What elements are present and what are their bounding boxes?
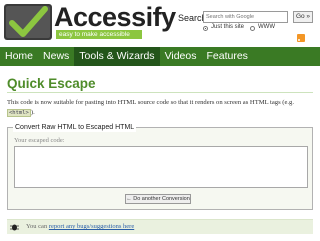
scope-radio-www[interactable] bbox=[250, 26, 255, 31]
rss-feed-icon[interactable] bbox=[297, 34, 305, 42]
nav-item-tools-wizards[interactable]: Tools & Wizards bbox=[74, 47, 160, 66]
nav-item-videos[interactable]: Videos bbox=[160, 47, 202, 66]
go-button[interactable]: Go » bbox=[293, 11, 313, 23]
title-divider bbox=[7, 92, 313, 93]
do-another-conversion-button[interactable]: ← Do another Conversion bbox=[125, 194, 191, 204]
nav-item-news[interactable]: News bbox=[38, 47, 74, 66]
scope-label-this-site: Just this site bbox=[211, 24, 245, 30]
intro-text-end: ). bbox=[30, 108, 35, 116]
scope-radio-this-site[interactable] bbox=[203, 26, 208, 31]
nav-item-home[interactable]: Home bbox=[0, 47, 38, 66]
main-nav: Home News Tools & Wizards Videos Feature… bbox=[0, 47, 320, 66]
logo-title[interactable]: Accessify bbox=[54, 2, 176, 32]
escaped-code-label: Your escaped code: bbox=[14, 137, 65, 144]
report-bugs-link[interactable]: report any bugs/suggestions here bbox=[49, 223, 134, 230]
nav-item-features[interactable]: Features bbox=[201, 47, 252, 66]
page-title: Quick Escape bbox=[7, 76, 96, 91]
footer-prefix: You can bbox=[26, 223, 49, 230]
search-input[interactable] bbox=[203, 11, 288, 23]
convert-fieldset: Convert Raw HTML to Escaped HTML Your es… bbox=[7, 123, 313, 210]
fieldset-legend: Convert Raw HTML to Escaped HTML bbox=[13, 123, 137, 132]
bug-icon bbox=[10, 224, 19, 231]
scope-label-www: WWW bbox=[258, 24, 275, 30]
escaped-code-textarea[interactable] bbox=[14, 146, 308, 188]
intro-text-start: This code is now suitable for pasting in… bbox=[7, 99, 295, 106]
footer-text: You can report any bugs/suggestions here bbox=[26, 223, 134, 230]
checkmark-logo-icon[interactable] bbox=[3, 3, 53, 41]
bug-report-bar: You can report any bugs/suggestions here bbox=[7, 219, 313, 234]
logo-tagline: easy to make accessible bbox=[56, 30, 142, 39]
intro-text: This code is now suitable for pasting in… bbox=[7, 98, 313, 118]
site-header: Accessify easy to make accessible Search… bbox=[0, 0, 320, 44]
code-example: <html> bbox=[7, 108, 31, 117]
